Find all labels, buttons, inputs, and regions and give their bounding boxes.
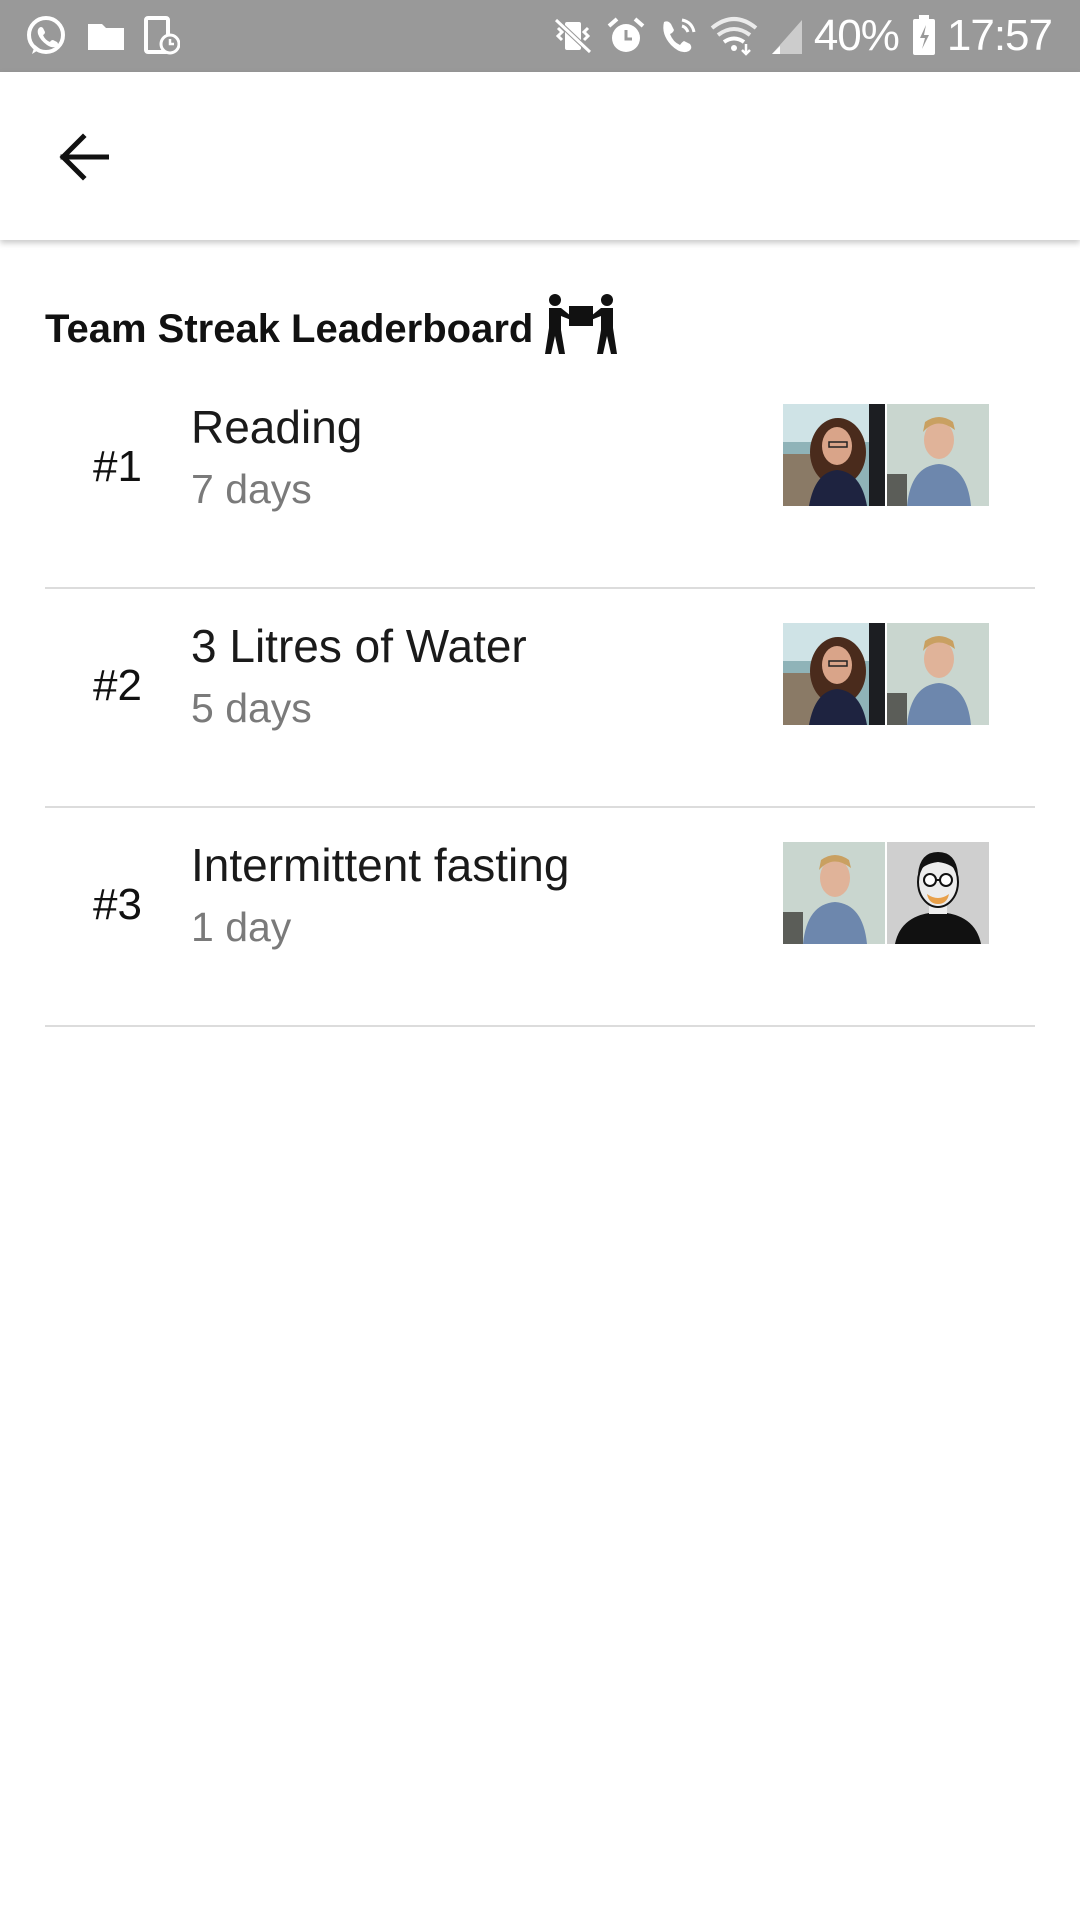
arrow-left-icon xyxy=(57,132,110,186)
page-title: Team Streak Leaderboard xyxy=(45,306,534,351)
streak-days: 7 days xyxy=(191,466,312,512)
avatar-woman xyxy=(783,623,885,725)
avatar-cartoon-glasses xyxy=(887,842,989,944)
rank-label: #3 xyxy=(93,880,142,929)
folder-icon xyxy=(86,18,126,54)
list-item[interactable]: #3 Intermittent fasting 1 day xyxy=(45,808,1035,1027)
member-avatars xyxy=(783,623,989,725)
battery-charging-icon xyxy=(911,15,937,57)
whatsapp-icon xyxy=(24,14,68,58)
avatar-man xyxy=(887,404,989,506)
member-avatars xyxy=(783,842,989,944)
habit-name: 3 Litres of Water xyxy=(191,620,527,672)
app-bar xyxy=(0,72,1080,240)
back-button[interactable] xyxy=(40,116,126,202)
streak-days: 5 days xyxy=(191,685,312,731)
vibrate-icon xyxy=(552,16,594,56)
wifi-call-icon xyxy=(658,16,698,56)
list-item[interactable]: #1 Reading 7 days xyxy=(45,370,1035,589)
people-carrying-box-icon xyxy=(543,292,619,366)
member-avatars xyxy=(783,404,989,506)
clock-time: 17:57 xyxy=(946,11,1053,60)
signal-icon xyxy=(770,16,804,56)
avatar-man xyxy=(783,842,885,944)
status-bar-left xyxy=(24,14,198,58)
rank-label: #1 xyxy=(93,442,142,491)
avatar-man xyxy=(887,623,989,725)
avatar-woman xyxy=(783,404,885,506)
list-item[interactable]: #2 3 Litres of Water 5 days xyxy=(45,589,1035,808)
battery-percent: 40% xyxy=(813,11,900,60)
habit-name: Reading xyxy=(191,401,363,453)
status-bar-right: 40% 17:57 xyxy=(540,11,1053,61)
leaderboard-list: #1 Reading 7 days #2 3 Litres of Water 5… xyxy=(45,370,1035,1027)
streak-days: 1 day xyxy=(191,904,292,950)
rank-label: #2 xyxy=(93,661,142,710)
wifi-icon xyxy=(710,16,758,56)
device-clock-icon xyxy=(144,16,180,56)
habit-name: Intermittent fasting xyxy=(191,839,570,891)
section-header: Team Streak Leaderboard xyxy=(45,292,619,366)
status-bar: 40% 17:57 xyxy=(0,0,1080,72)
alarm-icon xyxy=(606,16,646,56)
